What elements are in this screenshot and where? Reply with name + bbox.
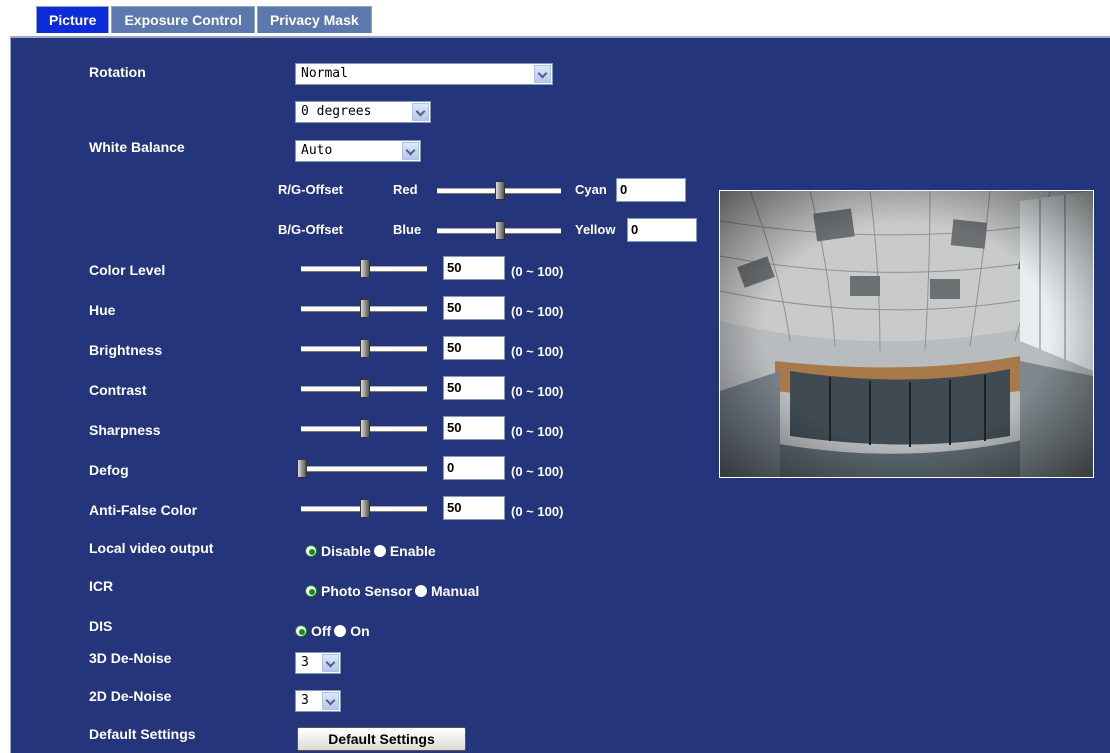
sharpness-range: (0 ~ 100) <box>511 424 564 439</box>
bg-blue-label: Blue <box>393 222 422 237</box>
rotation-mode-value: Normal <box>301 66 348 81</box>
brightness-label: Brightness <box>89 342 163 358</box>
bg-offset-slider[interactable] <box>437 221 561 241</box>
slider-track <box>301 466 427 472</box>
white-balance-value: Auto <box>301 143 333 158</box>
sharpness-label: Sharpness <box>89 422 161 438</box>
bg-offset-label: B/G-Offset <box>278 222 343 237</box>
slider-thumb[interactable] <box>495 221 505 240</box>
radio-photo-sensor-label: Photo Sensor <box>321 583 413 599</box>
icr-label: ICR <box>89 578 114 594</box>
white-balance-select[interactable]: Auto <box>295 140 421 162</box>
radio-off[interactable] <box>295 625 307 637</box>
sharpness-slider[interactable] <box>301 419 427 439</box>
contrast-label: Contrast <box>89 382 147 398</box>
white-balance-label: White Balance <box>89 139 185 155</box>
radio-disable[interactable] <box>305 545 317 557</box>
3d-denoise-select[interactable]: 3 <box>295 652 341 674</box>
radio-on-label: On <box>350 623 370 639</box>
2d-denoise-label: 2D De-Noise <box>89 688 172 704</box>
slider-thumb[interactable] <box>495 181 505 200</box>
anti-false-color-range: (0 ~ 100) <box>511 504 564 519</box>
radio-off-label: Off <box>311 623 332 639</box>
camera-preview-image <box>719 190 1094 478</box>
hue-range: (0 ~ 100) <box>511 304 564 319</box>
slider-thumb[interactable] <box>360 379 370 398</box>
defog-slider[interactable] <box>297 459 427 479</box>
brightness-input[interactable]: 50 <box>443 336 505 360</box>
rg-offset-input[interactable]: 0 <box>616 178 686 202</box>
rotation-label: Rotation <box>89 64 146 80</box>
local-video-output-radio-group: Disable Enable <box>305 543 436 559</box>
dis-radio-group: Off On <box>295 623 370 639</box>
chevron-down-icon <box>534 65 551 83</box>
radio-photo-sensor[interactable] <box>305 585 317 597</box>
defog-label: Defog <box>89 462 129 478</box>
chevron-down-icon <box>322 692 339 710</box>
anti-false-color-input[interactable]: 50 <box>443 496 505 520</box>
2d-denoise-value: 3 <box>301 693 309 708</box>
3d-denoise-value: 3 <box>301 655 309 670</box>
rotation-degrees-value: 0 degrees <box>301 104 372 119</box>
anti-false-color-slider[interactable] <box>301 499 427 519</box>
rotation-degrees-select[interactable]: 0 degrees <box>295 101 431 123</box>
color-level-slider[interactable] <box>301 259 427 279</box>
color-level-input[interactable]: 50 <box>443 256 505 280</box>
radio-enable-label: Enable <box>389 543 436 559</box>
tab-picture[interactable]: Picture <box>36 6 110 33</box>
slider-thumb[interactable] <box>297 459 307 478</box>
sharpness-input[interactable]: 50 <box>443 416 505 440</box>
rg-red-label: Red <box>393 182 418 197</box>
defog-input[interactable]: 0 <box>443 456 505 480</box>
rotation-mode-select[interactable]: Normal <box>295 63 553 85</box>
tab-privacy-mask[interactable]: Privacy Mask <box>256 6 372 33</box>
icr-radio-group: Photo Sensor Manual <box>305 583 479 599</box>
color-level-range: (0 ~ 100) <box>511 264 564 279</box>
brightness-slider[interactable] <box>301 339 427 359</box>
hue-input[interactable]: 50 <box>443 296 505 320</box>
slider-thumb[interactable] <box>360 419 370 438</box>
contrast-range: (0 ~ 100) <box>511 384 564 399</box>
contrast-input[interactable]: 50 <box>443 376 505 400</box>
defog-range: (0 ~ 100) <box>511 464 564 479</box>
hue-label: Hue <box>89 302 116 318</box>
slider-thumb[interactable] <box>360 499 370 518</box>
slider-thumb[interactable] <box>360 299 370 318</box>
dis-label: DIS <box>89 618 113 634</box>
anti-false-color-label: Anti-False Color <box>89 502 198 518</box>
3d-denoise-label: 3D De-Noise <box>89 650 172 666</box>
chevron-down-icon <box>412 103 429 121</box>
default-settings-button[interactable]: Default Settings <box>297 727 466 751</box>
default-settings-label: Default Settings <box>89 726 196 742</box>
office-scene-illustration <box>720 191 1093 477</box>
contrast-slider[interactable] <box>301 379 427 399</box>
radio-on[interactable] <box>334 625 347 637</box>
hue-slider[interactable] <box>301 299 427 319</box>
slider-thumb[interactable] <box>360 259 370 278</box>
chevron-down-icon <box>402 142 419 160</box>
chevron-down-icon <box>322 654 339 672</box>
radio-manual-label: Manual <box>431 583 480 599</box>
radio-disable-label: Disable <box>321 543 371 559</box>
color-level-label: Color Level <box>89 262 166 278</box>
slider-thumb[interactable] <box>360 339 370 358</box>
rg-offset-slider[interactable] <box>437 181 561 201</box>
rg-offset-label: R/G-Offset <box>278 182 343 197</box>
bg-offset-input[interactable]: 0 <box>627 218 697 242</box>
tab-exposure-control[interactable]: Exposure Control <box>111 6 255 33</box>
tab-bar: Picture Exposure Control Privacy Mask <box>36 6 374 34</box>
bg-yellow-label: Yellow <box>575 222 616 237</box>
2d-denoise-select[interactable]: 3 <box>295 690 341 712</box>
radio-manual[interactable] <box>415 585 428 597</box>
picture-settings-panel: Rotation Normal 0 degrees White Balance … <box>10 36 1110 753</box>
brightness-range: (0 ~ 100) <box>511 344 564 359</box>
local-video-output-label: Local video output <box>89 540 214 556</box>
rg-cyan-label: Cyan <box>575 182 607 197</box>
radio-enable[interactable] <box>373 545 386 557</box>
